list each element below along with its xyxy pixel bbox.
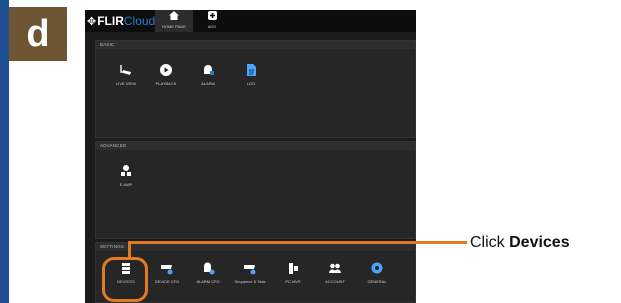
label-e-map: E-MAP xyxy=(119,182,133,187)
tile-e-map[interactable]: E-MAP xyxy=(106,158,146,198)
devices-highlight-ring xyxy=(102,257,148,302)
tile-account[interactable]: ACCOUNT xyxy=(315,255,355,295)
tile-alarm[interactable]: ALARM xyxy=(188,57,228,97)
general-icon xyxy=(371,262,383,274)
step-badge: d xyxy=(9,7,67,61)
tile-log[interactable]: LOG xyxy=(231,57,271,97)
play-icon xyxy=(160,64,172,76)
label-pc-nvr: PC-NVR xyxy=(285,279,301,284)
device-cfg-icon xyxy=(161,265,173,275)
label-general: GENERAL xyxy=(367,279,387,284)
label-account: ACCOUNT xyxy=(325,279,345,284)
advanced-title: ADVANCED xyxy=(96,142,415,150)
tile-sequence-task[interactable]: Sequence & Task xyxy=(230,255,270,295)
sequence-icon xyxy=(244,265,256,275)
basic-title: BASIC xyxy=(96,41,415,49)
flir-cloud-logo: ✥ FLIR Cloud xyxy=(87,14,155,28)
tile-device-cfg[interactable]: DEVICE CFG xyxy=(147,255,187,295)
account-icon xyxy=(329,263,341,273)
home-icon xyxy=(155,10,193,24)
map-icon xyxy=(121,165,131,176)
callout-emphasis: Devices xyxy=(509,234,570,251)
logo-flir-text: FLIR xyxy=(97,14,124,28)
callout-prefix: Click xyxy=(470,234,510,251)
top-bar: ✥ FLIR Cloud HOME PAGE ADD xyxy=(85,10,416,32)
log-icon xyxy=(247,64,256,76)
tile-playback[interactable]: PLAYBACK xyxy=(146,57,186,97)
label-alarm: ALARM xyxy=(201,81,215,86)
flir-logo-mark-icon: ✥ xyxy=(87,15,97,28)
tile-pc-nvr[interactable]: PC-NVR xyxy=(273,255,313,295)
nav-add-label: ADD xyxy=(207,24,217,29)
basic-panel: BASIC LIVE VIEW PLAYBACK ALARM LOG xyxy=(95,40,416,138)
alarm-cfg-icon xyxy=(204,262,215,275)
callout-line-horizontal xyxy=(128,241,467,244)
label-log: LOG xyxy=(246,81,256,86)
settings-title: SETTINGS xyxy=(96,243,415,251)
label-sequence-task: Sequence & Task xyxy=(234,279,266,284)
add-icon xyxy=(193,10,231,24)
nav-home-page[interactable]: HOME PAGE xyxy=(155,10,193,32)
left-strip xyxy=(0,0,9,303)
nav-add[interactable]: ADD xyxy=(193,10,231,32)
tile-live-view[interactable]: LIVE VIEW xyxy=(106,57,146,97)
label-device-cfg: DEVICE CFG xyxy=(154,279,180,284)
camera-icon xyxy=(120,65,131,75)
label-playback: PLAYBACK xyxy=(155,81,177,86)
label-live-view: LIVE VIEW xyxy=(115,81,136,86)
tile-general[interactable]: GENERAL xyxy=(357,255,397,295)
alarm-icon xyxy=(204,65,214,75)
advanced-panel: ADVANCED E-MAP xyxy=(95,141,416,239)
pc-nvr-icon xyxy=(289,263,298,274)
logo-cloud-text: Cloud xyxy=(123,14,156,28)
callout-text: Click Devices xyxy=(470,234,570,252)
tile-alarm-cfg[interactable]: ALARM CFG xyxy=(188,255,228,295)
label-alarm-cfg: ALARM CFG xyxy=(196,279,220,284)
nav-home-label: HOME PAGE xyxy=(162,24,186,29)
